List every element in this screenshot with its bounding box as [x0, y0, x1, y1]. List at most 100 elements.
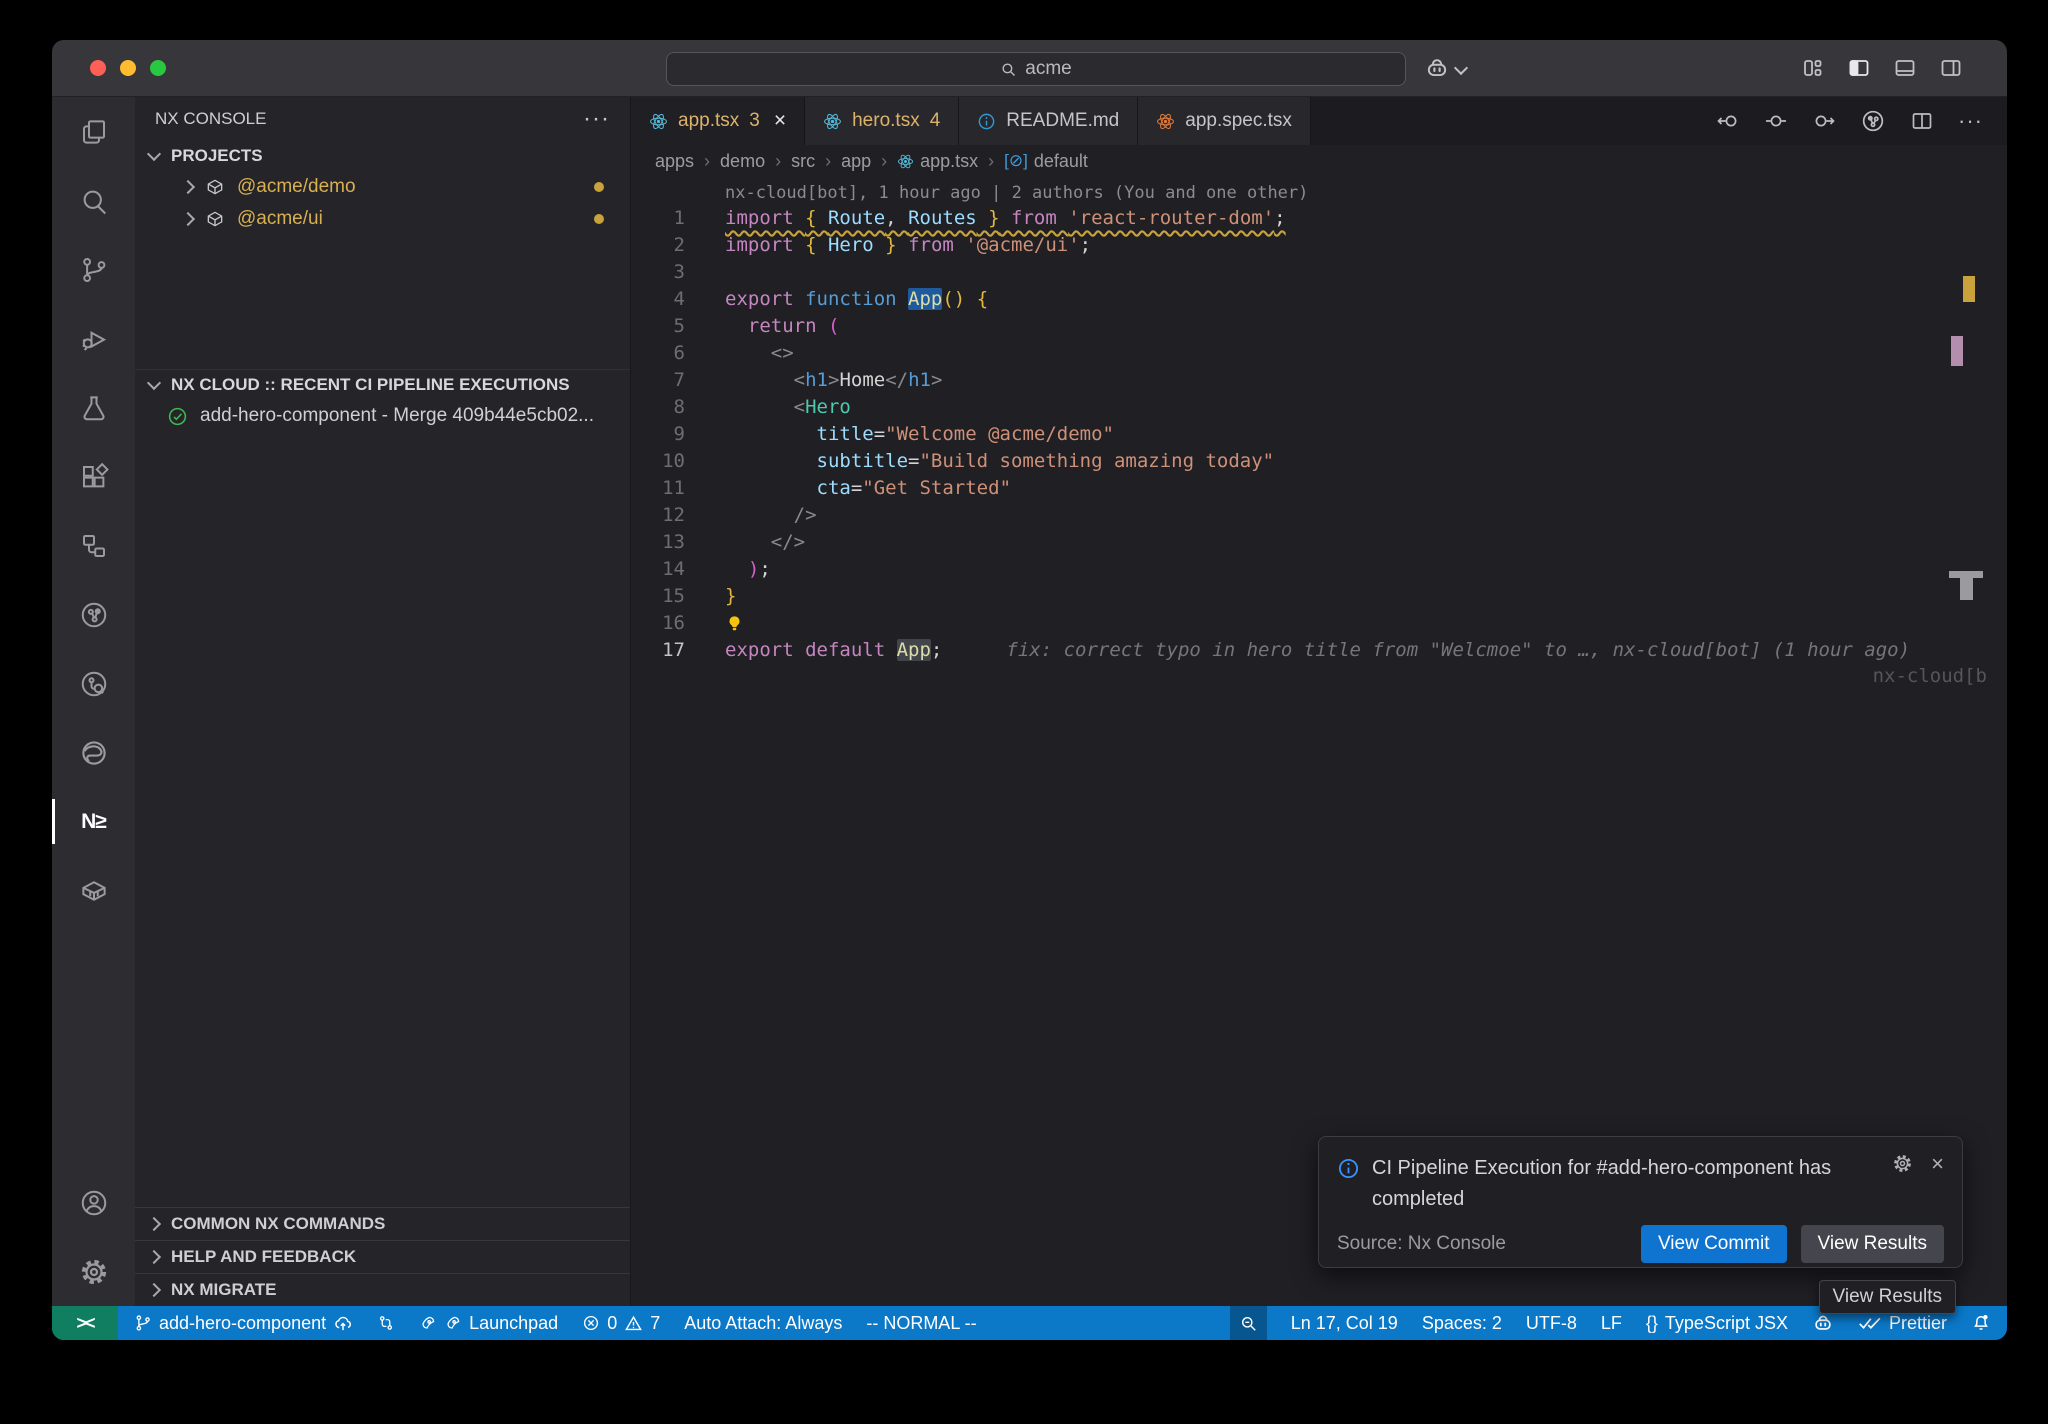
lightbulb-icon[interactable] — [725, 614, 744, 633]
notification-settings-gear-icon[interactable] — [1892, 1153, 1913, 1174]
tab-readme-md[interactable]: README.md — [959, 97, 1138, 145]
code-line[interactable]: 8 <Hero — [631, 394, 2007, 421]
settings-gear-icon[interactable] — [52, 1237, 135, 1306]
breadcrumb-item[interactable]: demo — [720, 151, 765, 172]
project-item-acme-ui[interactable]: @acme/ui — [135, 203, 630, 235]
accounts-icon[interactable] — [52, 1168, 135, 1237]
problems-status[interactable]: 0 7 — [582, 1313, 660, 1334]
minimize-window-button[interactable] — [120, 60, 136, 76]
tab-app-tsx[interactable]: app.tsx 3 × — [631, 97, 805, 145]
breadcrumb-item-file[interactable]: app.tsx — [897, 151, 978, 172]
formatter-status[interactable]: Prettier — [1858, 1313, 1947, 1334]
project-label: @acme/ui — [237, 208, 323, 230]
code-line[interactable]: 17export default App;fix: correct typo i… — [631, 637, 2007, 664]
code-line[interactable]: 1import { Route, Routes } from 'react-ro… — [631, 205, 2007, 232]
toggle-secondary-sidebar-icon[interactable] — [1939, 56, 1963, 80]
launchpad-status[interactable]: Launchpad — [419, 1313, 558, 1334]
edge-tools-icon[interactable] — [52, 718, 135, 787]
nx-graph-icon[interactable] — [1860, 108, 1886, 134]
section-nx-cloud[interactable]: NX CLOUD :: RECENT CI PIPELINE EXECUTION… — [135, 369, 630, 400]
view-commit-button[interactable]: View Commit — [1641, 1225, 1787, 1263]
encoding-status[interactable]: UTF-8 — [1526, 1313, 1577, 1334]
remote-indicator[interactable]: >< — [52, 1306, 118, 1340]
tab-label: app.tsx — [678, 110, 739, 132]
explorer-icon[interactable] — [52, 97, 135, 166]
tab-app-spec-tsx[interactable]: app.spec.tsx — [1138, 97, 1311, 145]
code-line[interactable]: 4export function App() { — [631, 286, 2007, 313]
section-nx-migrate[interactable]: NX MIGRATE — [135, 1273, 630, 1306]
zoom-out-status[interactable] — [1230, 1306, 1267, 1340]
close-window-button[interactable] — [90, 60, 106, 76]
breadcrumb-item[interactable]: src — [791, 151, 815, 172]
react-file-icon — [823, 112, 842, 131]
nav-circle-icon[interactable] — [1764, 109, 1788, 133]
close-tab-icon[interactable]: × — [774, 109, 786, 133]
code-line[interactable]: 9 title="Welcome @acme/demo" — [631, 421, 2007, 448]
auto-attach-status[interactable]: Auto Attach: Always — [684, 1313, 842, 1334]
git-branch-status[interactable]: add-hero-component — [134, 1313, 353, 1334]
nx-task-graph-icon[interactable] — [52, 649, 135, 718]
nx-console-icon[interactable]: N≥ — [52, 787, 135, 856]
breadcrumb-item[interactable]: apps — [655, 151, 694, 172]
breadcrumb-item-symbol[interactable]: [⊘] default — [1004, 151, 1088, 172]
nav-forward-icon[interactable] — [1812, 109, 1836, 133]
notification-close-icon[interactable]: × — [1931, 1154, 1944, 1174]
modified-dot — [594, 214, 604, 224]
project-item-acme-demo[interactable]: @acme/demo — [135, 171, 630, 203]
code-line[interactable]: 2import { Hero } from '@acme/ui'; — [631, 232, 2007, 259]
braces-icon: {} — [1646, 1313, 1658, 1334]
vscode-window: acme — [52, 40, 2007, 1340]
eol-status[interactable]: LF — [1601, 1313, 1622, 1334]
code-line[interactable]: 6 <> — [631, 340, 2007, 367]
breadcrumb-item[interactable]: app — [841, 151, 871, 172]
extensions-icon[interactable] — [52, 442, 135, 511]
more-actions-icon[interactable]: ··· — [583, 105, 610, 133]
search-view-icon[interactable] — [52, 166, 135, 235]
maximize-window-button[interactable] — [150, 60, 166, 76]
code-line[interactable]: 14 ); — [631, 556, 2007, 583]
nx-project-graph-icon[interactable] — [52, 580, 135, 649]
code-line[interactable]: 3 — [631, 259, 2007, 286]
indentation-status[interactable]: Spaces: 2 — [1422, 1313, 1502, 1334]
chevron-down-icon — [147, 147, 161, 161]
package-icon — [205, 177, 225, 197]
source-control-icon[interactable] — [52, 235, 135, 304]
code-line[interactable]: 16 — [631, 610, 2007, 637]
code-line[interactable]: 7 <h1>Home</h1> — [631, 367, 2007, 394]
code-line[interactable]: 11 cta="Get Started" — [631, 475, 2007, 502]
react-file-icon — [649, 112, 668, 131]
code-line[interactable]: 10 subtitle="Build something amazing tod… — [631, 448, 2007, 475]
copilot-status[interactable] — [1812, 1312, 1834, 1334]
run-debug-icon[interactable] — [52, 304, 135, 373]
tab-hero-tsx[interactable]: hero.tsx 4 — [805, 97, 959, 145]
language-mode-status[interactable]: {} TypeScript JSX — [1646, 1313, 1788, 1334]
editor-group: app.tsx 3 × hero.tsx 4 README.md — [631, 97, 2007, 1306]
nav-back-icon[interactable] — [1716, 109, 1740, 133]
more-actions-icon[interactable]: ··· — [1958, 108, 1983, 134]
code-line[interactable]: 13 </> — [631, 529, 2007, 556]
split-editor-icon[interactable] — [1910, 109, 1934, 133]
command-center-search[interactable]: acme — [666, 52, 1406, 86]
related-projects-icon[interactable] — [52, 511, 135, 580]
tab-label: app.spec.tsx — [1185, 110, 1292, 132]
line-number: 3 — [631, 259, 695, 286]
containers-icon[interactable] — [52, 856, 135, 925]
notifications-bell[interactable] — [1971, 1313, 1991, 1333]
vim-mode-status[interactable]: -- NORMAL -- — [866, 1313, 976, 1334]
section-projects[interactable]: PROJECTS — [135, 141, 630, 171]
section-help-and-feedback[interactable]: HELP AND FEEDBACK — [135, 1240, 630, 1273]
code-line[interactable]: 12 /> — [631, 502, 2007, 529]
pipeline-execution-item[interactable]: add-hero-component - Merge 409b44e5cb02.… — [135, 400, 630, 432]
code-line[interactable]: 15} — [631, 583, 2007, 610]
customize-layout-icon[interactable] — [1801, 56, 1825, 80]
cursor-position-status[interactable]: Ln 17, Col 19 — [1291, 1313, 1398, 1334]
breadcrumbs: apps › demo › src › app › app.tsx › [⊘] … — [631, 145, 2007, 177]
toggle-panel-icon[interactable] — [1893, 56, 1917, 80]
copilot-menu[interactable] — [1424, 55, 1466, 81]
git-compare-status[interactable] — [377, 1314, 395, 1332]
view-results-button[interactable]: View Results — [1801, 1225, 1944, 1263]
section-common-nx-commands[interactable]: COMMON NX COMMANDS — [135, 1207, 630, 1240]
testing-icon[interactable] — [52, 373, 135, 442]
toggle-sidebar-icon[interactable] — [1847, 56, 1871, 80]
code-line[interactable]: 5 return ( — [631, 313, 2007, 340]
